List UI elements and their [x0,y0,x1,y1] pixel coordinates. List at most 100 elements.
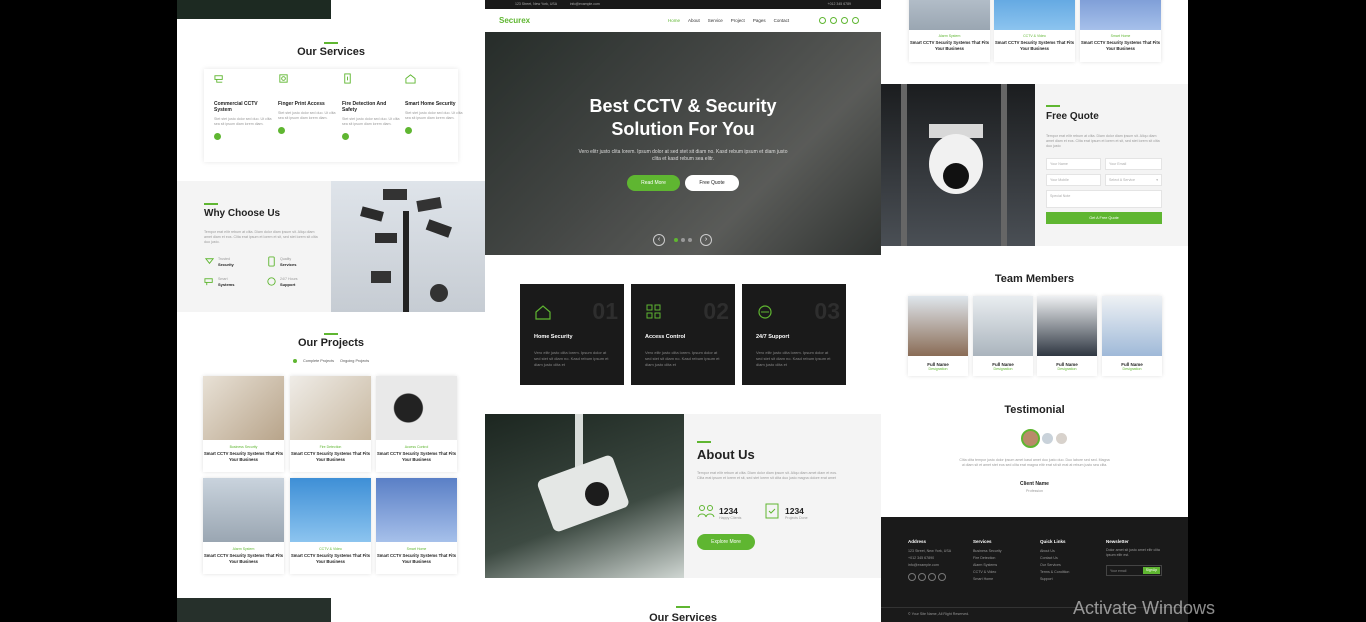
facebook-icon[interactable] [918,573,926,581]
project-card[interactable]: Smart Home Smart CCTV Security Systems T… [376,478,457,574]
footer-link[interactable]: Fire Detection [973,555,1002,562]
slide-dot[interactable] [674,238,678,242]
footer-newsletter-heading: Newsletter [1106,539,1129,544]
card-desc: Vero elitr justo clita lorem. Ipsum dolo… [645,350,720,367]
stat-number: 1234 [719,506,738,516]
linkedin-icon[interactable] [938,573,946,581]
name-field[interactable]: Your Name [1046,158,1101,170]
footer-phone-line: +012 345 67890 [908,556,935,560]
avatar[interactable] [1056,433,1067,444]
card-number: 03 [814,298,840,324]
slide-dot[interactable] [688,238,692,242]
home-icon [405,73,416,84]
arrow-icon[interactable] [278,127,285,134]
nav-contact[interactable]: Contact [774,18,790,23]
project-card[interactable]: CCTV & Video Smart CCTV Security Systems… [994,0,1075,62]
linkedin-icon[interactable] [841,17,848,24]
arrow-icon[interactable] [214,133,221,140]
footer-link[interactable]: Support [1040,576,1069,583]
footer-link[interactable]: CCTV & Video [973,569,1002,576]
team-card[interactable]: Full Name Designation [1037,296,1097,376]
feature-value: Services [280,261,297,267]
project-card[interactable]: Access Control Smart CCTV Security Syste… [376,376,457,472]
project-card[interactable]: Alarm System Smart CCTV Security Systems… [909,0,990,62]
footer-links-heading: Quick Links [1040,539,1066,544]
filter-ongoing[interactable]: Ongoing Projects [340,359,369,363]
project-card[interactable]: CCTV & Video Smart CCTV Security Systems… [290,478,371,574]
project-card[interactable]: Business Security Smart CCTV Security Sy… [203,376,284,472]
card-number: 02 [703,298,729,324]
twitter-icon[interactable] [908,573,916,581]
project-card[interactable]: Fire Detection Smart CCTV Security Syste… [290,376,371,472]
project-card[interactable]: Alarm System Smart CCTV Security Systems… [203,478,284,574]
phone-icon [266,256,277,267]
prev-slide-icon[interactable]: ‹ [653,234,665,246]
nav-home[interactable]: Home [668,18,680,23]
read-more-button[interactable]: Read More [627,175,680,191]
main-page-preview: 123 Street, New York, USA info@example.c… [485,0,881,622]
footer-links-list: About Us Contact Us Our Services Terms &… [1040,548,1069,583]
footer-address-line: 123 Street, New York, USA [908,549,952,553]
filter-complete[interactable]: Complete Projects [303,359,334,363]
youtube-icon[interactable] [928,573,936,581]
project-title: Smart CCTV Security Systems That Fits Yo… [290,553,371,564]
instagram-icon[interactable] [852,17,859,24]
service-card[interactable]: Finger Print Access Stet stet justo dolo… [278,73,336,159]
team-photo [1037,296,1097,356]
footer-link[interactable]: Alarm Systems [973,562,1002,569]
service-select[interactable]: Select A Service ▾ [1105,174,1162,186]
slide-dot[interactable] [681,238,685,242]
brand-logo[interactable]: Securex [499,16,530,25]
hero-desc: Vero elitr justo clita lorem. Ipsum dolo… [578,149,788,162]
facebook-icon[interactable] [819,17,826,24]
fingerprint-icon [278,73,289,84]
nav-pages[interactable]: Pages [753,18,766,23]
nav-about[interactable]: About [688,18,700,23]
feature-card[interactable]: 02 Access Control Vero elitr justo clita… [631,284,735,385]
team-role: Designation [1122,367,1142,371]
avatar[interactable] [1042,433,1053,444]
project-card[interactable]: Smart Home Smart CCTV Security Systems T… [1080,0,1161,62]
project-category: Business Security [229,445,258,449]
left-page-preview: Our Services Commercial CCTV System Stet… [177,0,485,622]
avatar[interactable] [1021,429,1040,448]
signup-button[interactable]: SignUp [1143,567,1160,574]
feature-card[interactable]: 03 24/7 Support Vero elitr justo clita l… [742,284,846,385]
explore-more-button[interactable]: Explore More [697,534,755,550]
project-title: Smart CCTV Security Systems That Fits Yo… [1080,40,1161,51]
stat-label: Happy Clients [719,516,742,520]
twitter-icon[interactable] [830,17,837,24]
nav-service[interactable]: Service [708,18,723,23]
camera-pole-image [331,181,485,312]
card-title: 24/7 Support [756,334,790,340]
footer-link[interactable]: Business Security [973,548,1002,555]
project-title: Smart CCTV Security Systems That Fits Yo… [994,40,1075,51]
mobile-field[interactable]: Your Mobile [1046,174,1101,186]
project-image [290,376,371,440]
topbar-phone: +012 345 6789 [827,2,851,6]
footer-link[interactable]: Our Services [1040,562,1069,569]
arrow-icon[interactable] [342,133,349,140]
why-title: Why Choose Us [204,208,281,219]
footer-link[interactable]: Contact Us [1040,555,1069,562]
team-card[interactable]: Full Name Designation [1102,296,1162,376]
team-card[interactable]: Full Name Designation [908,296,968,376]
service-card[interactable]: Smart Home Security Stet stet justo dolo… [405,73,463,159]
service-card[interactable]: Fire Detection And Safety Stet stet just… [342,73,400,159]
headset-icon [756,303,774,326]
team-card[interactable]: Full Name Designation [973,296,1033,376]
email-field[interactable]: Your Email [1105,158,1162,170]
feature-card[interactable]: 01 Home Security Vero elitr justo clita … [520,284,624,385]
footer-link[interactable]: About Us [1040,548,1069,555]
footer-link[interactable]: Terms & Condition [1040,569,1069,576]
arrow-icon[interactable] [405,127,412,134]
footer-link[interactable]: Smart Home [973,576,1002,583]
project-title: Smart CCTV Security Systems That Fits Yo… [376,451,457,462]
free-quote-button[interactable]: Free Quote [685,175,739,191]
service-card[interactable]: Commercial CCTV System Stet stet justo d… [214,73,272,159]
note-field[interactable]: Special Note [1046,190,1162,208]
card-number: 01 [592,298,618,324]
next-slide-icon[interactable]: › [700,234,712,246]
get-quote-button[interactable]: Get A Free Quote [1046,212,1162,224]
nav-project[interactable]: Project [731,18,745,23]
